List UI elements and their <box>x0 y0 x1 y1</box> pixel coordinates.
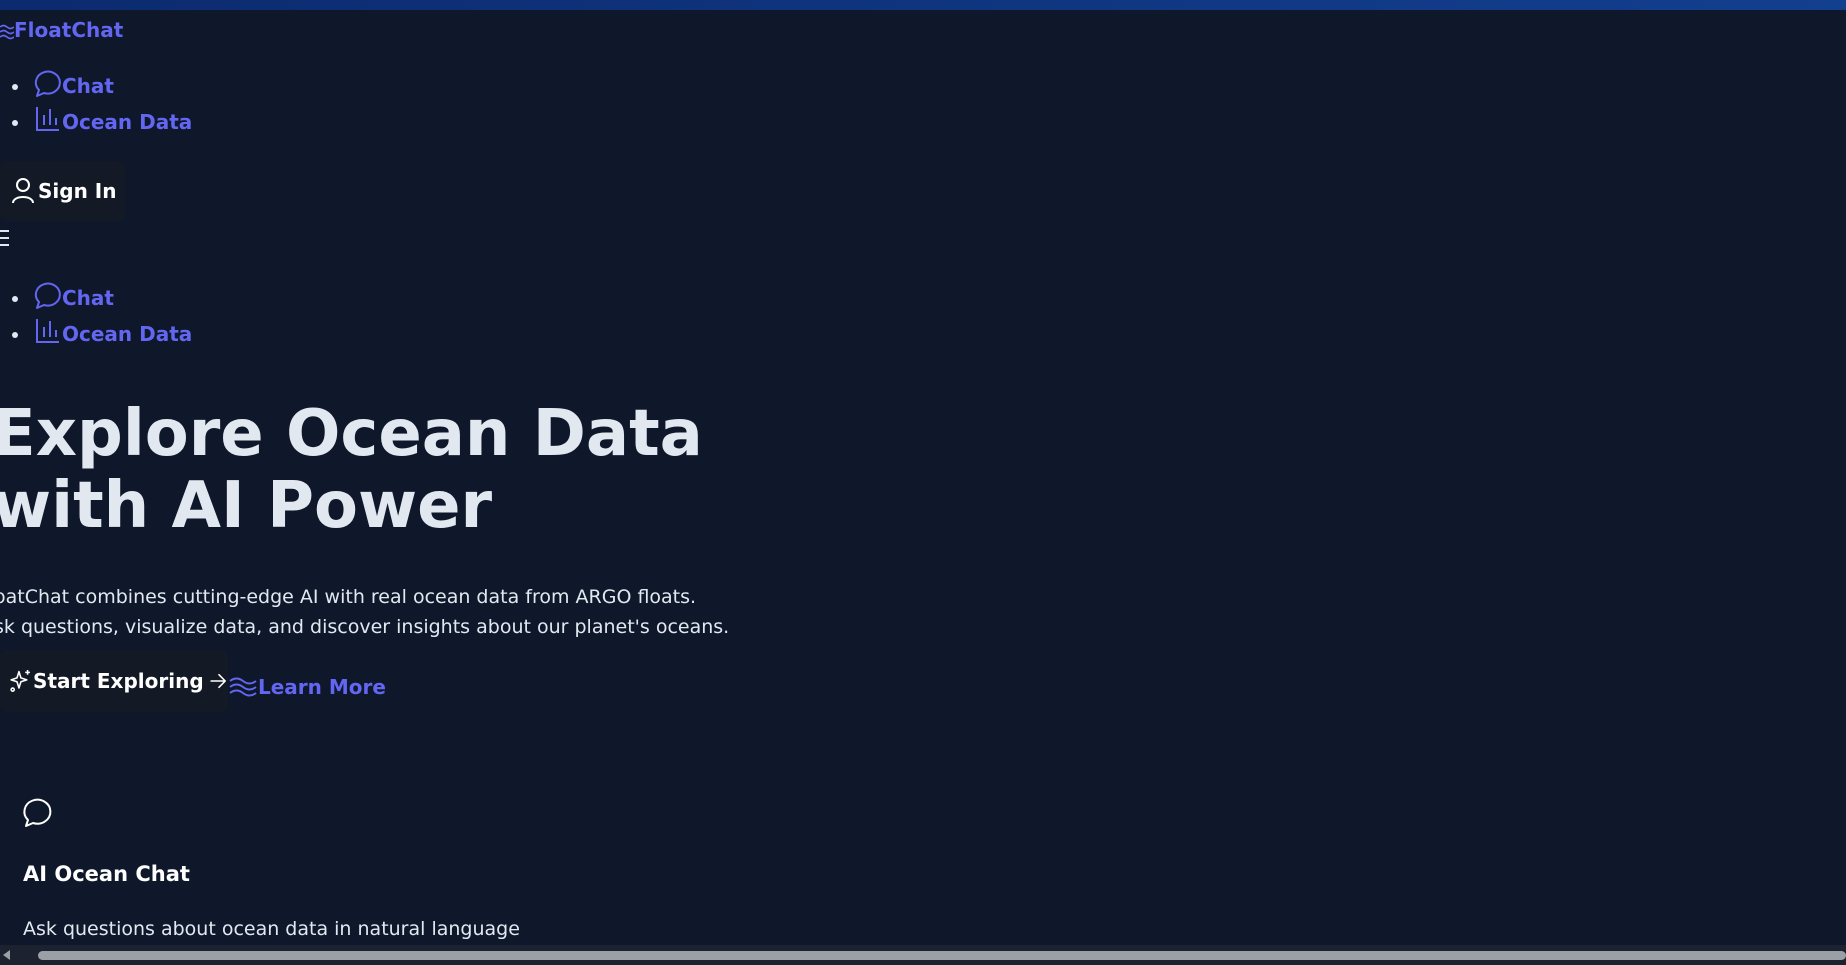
hero-title-line1: Explore Ocean Data <box>0 397 703 471</box>
nav-label: Ocean Data <box>62 322 193 346</box>
sign-in-button[interactable]: Sign In <box>0 161 125 221</box>
nav-label: Chat <box>62 286 114 310</box>
mobile-nav-item-ocean-data: Ocean Data <box>0 316 220 346</box>
list-bullet <box>12 296 18 302</box>
feature-description: Ask questions about ocean data in natura… <box>23 918 520 940</box>
waves-icon <box>0 24 14 40</box>
hero-description: oatChat combines cutting-edge AI with re… <box>0 582 729 642</box>
horizontal-scrollbar[interactable] <box>0 945 1846 965</box>
nav-item-ocean-data: Ocean Data <box>0 104 220 134</box>
user-icon <box>12 178 34 204</box>
scroll-left-arrow-icon[interactable] <box>3 950 10 960</box>
nav-label: Chat <box>62 74 114 98</box>
mobile-nav-link-ocean-data[interactable]: Ocean Data <box>34 316 192 346</box>
hero-desc-line1: oatChat combines cutting-edge AI with re… <box>0 586 697 608</box>
mobile-nav-item-chat: Chat <box>0 280 220 310</box>
arrow-right-icon <box>210 673 226 689</box>
logo-text: FloatChat <box>14 18 124 42</box>
start-exploring-label: Start Exploring <box>33 669 204 693</box>
hero-title-line2: with AI Power <box>0 469 493 543</box>
nav-item-chat: Chat <box>0 68 220 98</box>
nav-label: Ocean Data <box>62 110 193 134</box>
nav-link-ocean-data[interactable]: Ocean Data <box>34 104 192 134</box>
mobile-nav-link-chat[interactable]: Chat <box>34 280 114 310</box>
scrollbar-thumb[interactable] <box>38 951 1846 960</box>
list-bullet <box>12 120 18 126</box>
message-circle-icon <box>23 798 52 827</box>
nav-link-chat[interactable]: Chat <box>34 68 114 98</box>
bar-chart-icon <box>36 107 59 131</box>
learn-more-link[interactable]: Learn More <box>228 672 386 702</box>
sign-in-label: Sign In <box>38 179 117 203</box>
menu-icon[interactable] <box>0 228 10 248</box>
start-exploring-button[interactable]: Start Exploring <box>0 650 228 712</box>
message-circle-icon <box>34 282 61 309</box>
bar-chart-icon <box>36 319 59 343</box>
top-accent-bar <box>0 0 1846 10</box>
list-bullet <box>12 332 18 338</box>
feature-title: AI Ocean Chat <box>23 862 190 886</box>
hero-title: Explore Ocean Data with AI Power <box>0 398 703 542</box>
logo-link[interactable]: FloatChat <box>0 18 123 42</box>
waves-icon <box>229 677 257 697</box>
message-circle-icon <box>34 70 61 97</box>
list-bullet <box>12 84 18 90</box>
sparkles-icon <box>10 670 30 692</box>
hero-desc-line2: sk questions, visualize data, and discov… <box>0 616 730 638</box>
learn-more-label: Learn More <box>258 675 386 699</box>
